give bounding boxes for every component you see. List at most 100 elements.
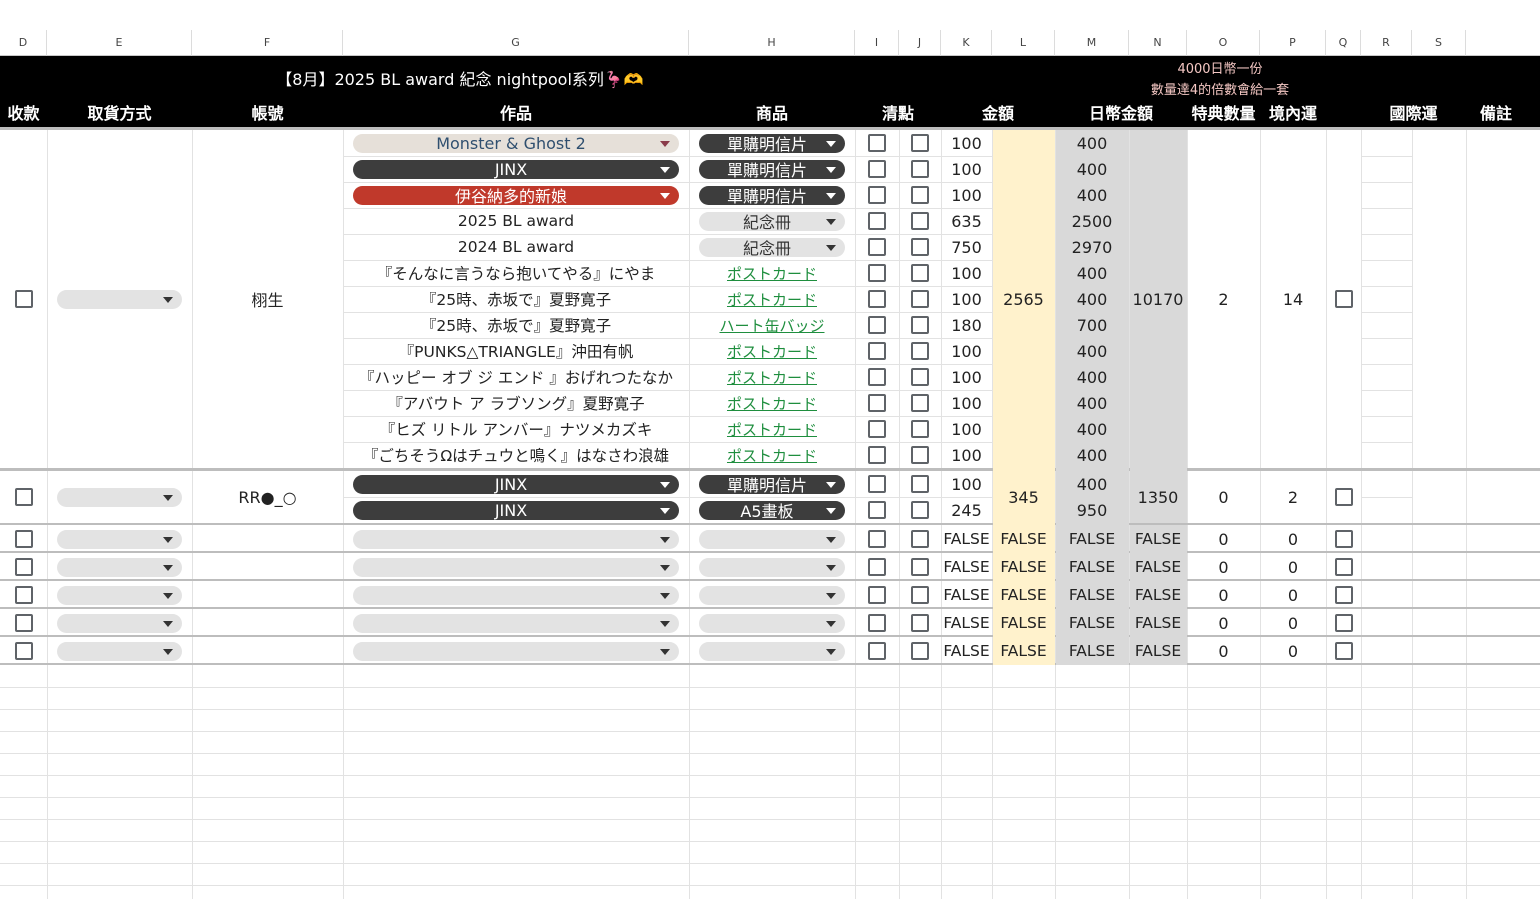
work-dropdown[interactable]: JINX [353,500,679,520]
check-i-checkbox[interactable] [868,368,886,386]
check-j-checkbox[interactable] [911,642,929,660]
international-shipping-checkbox[interactable] [1334,586,1353,604]
product-dropdown[interactable] [699,529,845,549]
pickup-method-dropdown[interactable] [57,289,182,309]
international-shipping-checkbox[interactable] [1334,488,1353,506]
check-i-checkbox[interactable] [868,394,886,412]
check-j-checkbox[interactable] [911,501,929,519]
check-i-checkbox[interactable] [868,558,886,576]
international-shipping-checkbox[interactable] [1334,642,1353,660]
international-shipping-checkbox[interactable] [1334,530,1353,548]
check-i-checkbox[interactable] [868,160,886,178]
check-j-checkbox[interactable] [911,394,929,412]
international-shipping-checkbox[interactable] [1334,614,1353,632]
check-j-checkbox[interactable] [911,290,929,308]
column-header-k[interactable]: K [941,30,992,56]
check-i-checkbox[interactable] [868,475,886,493]
column-header-j[interactable]: J [899,30,941,56]
work-dropdown[interactable]: JINX [353,159,679,179]
product-link[interactable]: ポストカード [689,364,855,390]
check-j-checkbox[interactable] [911,134,929,152]
check-i-checkbox[interactable] [868,586,886,604]
product-link[interactable]: ポストカード [689,416,855,442]
check-i-checkbox[interactable] [868,212,886,230]
work-dropdown[interactable] [353,641,679,661]
product-dropdown[interactable] [699,613,845,633]
international-shipping-checkbox[interactable] [1334,290,1353,308]
received-checkbox[interactable] [14,614,33,632]
check-i-checkbox[interactable] [868,264,886,282]
check-i-checkbox[interactable] [868,446,886,464]
check-j-checkbox[interactable] [911,316,929,334]
check-i-checkbox[interactable] [868,420,886,438]
pickup-method-dropdown[interactable] [57,641,182,661]
check-j-checkbox[interactable] [911,160,929,178]
pickup-method-dropdown[interactable] [57,585,182,605]
column-header-r[interactable]: R [1361,30,1412,56]
pickup-method-dropdown[interactable] [57,529,182,549]
check-j-checkbox[interactable] [911,586,929,604]
work-dropdown[interactable]: JINX [353,474,679,494]
column-header-f[interactable]: F [192,30,343,56]
column-header-i[interactable]: I [855,30,899,56]
check-i-checkbox[interactable] [868,316,886,334]
column-header-p[interactable]: P [1260,30,1326,56]
check-j-checkbox[interactable] [911,186,929,204]
international-shipping-checkbox[interactable] [1334,558,1353,576]
column-header-g[interactable]: G [343,30,689,56]
pickup-method-dropdown[interactable] [57,613,182,633]
check-i-checkbox[interactable] [868,614,886,632]
check-i-checkbox[interactable] [868,238,886,256]
column-header-n[interactable]: N [1129,30,1187,56]
column-header-s[interactable]: S [1412,30,1466,56]
check-j-checkbox[interactable] [911,446,929,464]
product-dropdown[interactable] [699,585,845,605]
column-header-d[interactable]: D [0,30,47,56]
check-i-checkbox[interactable] [868,186,886,204]
work-dropdown[interactable] [353,613,679,633]
work-dropdown[interactable] [353,557,679,577]
check-j-checkbox[interactable] [911,238,929,256]
product-link[interactable]: ポストカード [689,338,855,364]
received-checkbox[interactable] [14,488,33,506]
product-dropdown[interactable]: 單購明信片 [699,159,845,179]
column-header-h[interactable]: H [689,30,855,56]
column-header-o[interactable]: O [1187,30,1260,56]
pickup-method-dropdown[interactable] [57,487,182,507]
product-link[interactable]: ポストカード [689,260,855,286]
work-dropdown[interactable] [353,529,679,549]
check-i-checkbox[interactable] [868,290,886,308]
check-i-checkbox[interactable] [868,530,886,548]
column-header-q[interactable]: Q [1326,30,1361,56]
column-header-m[interactable]: M [1055,30,1129,56]
product-link[interactable]: ポストカード [689,390,855,416]
check-i-checkbox[interactable] [868,134,886,152]
check-i-checkbox[interactable] [868,501,886,519]
product-dropdown[interactable] [699,557,845,577]
product-dropdown[interactable]: 單購明信片 [699,133,845,153]
product-dropdown[interactable]: 紀念冊 [699,211,845,231]
work-dropdown[interactable]: 伊谷納多的新娘 [353,185,679,205]
check-j-checkbox[interactable] [911,558,929,576]
product-link[interactable]: ポストカード [689,286,855,312]
received-checkbox[interactable] [14,586,33,604]
product-link[interactable]: ポストカード [689,442,855,468]
check-j-checkbox[interactable] [911,212,929,230]
check-j-checkbox[interactable] [911,264,929,282]
check-i-checkbox[interactable] [868,642,886,660]
check-j-checkbox[interactable] [911,614,929,632]
check-j-checkbox[interactable] [911,475,929,493]
check-j-checkbox[interactable] [911,342,929,360]
check-i-checkbox[interactable] [868,342,886,360]
check-j-checkbox[interactable] [911,420,929,438]
received-checkbox[interactable] [14,530,33,548]
work-dropdown[interactable] [353,585,679,605]
check-j-checkbox[interactable] [911,368,929,386]
received-checkbox[interactable] [14,290,33,308]
product-dropdown[interactable]: 紀念冊 [699,237,845,257]
received-checkbox[interactable] [14,642,33,660]
check-j-checkbox[interactable] [911,530,929,548]
received-checkbox[interactable] [14,558,33,576]
work-dropdown[interactable]: Monster & Ghost 2 [353,133,679,153]
product-dropdown[interactable]: A5畫板 [699,500,845,520]
